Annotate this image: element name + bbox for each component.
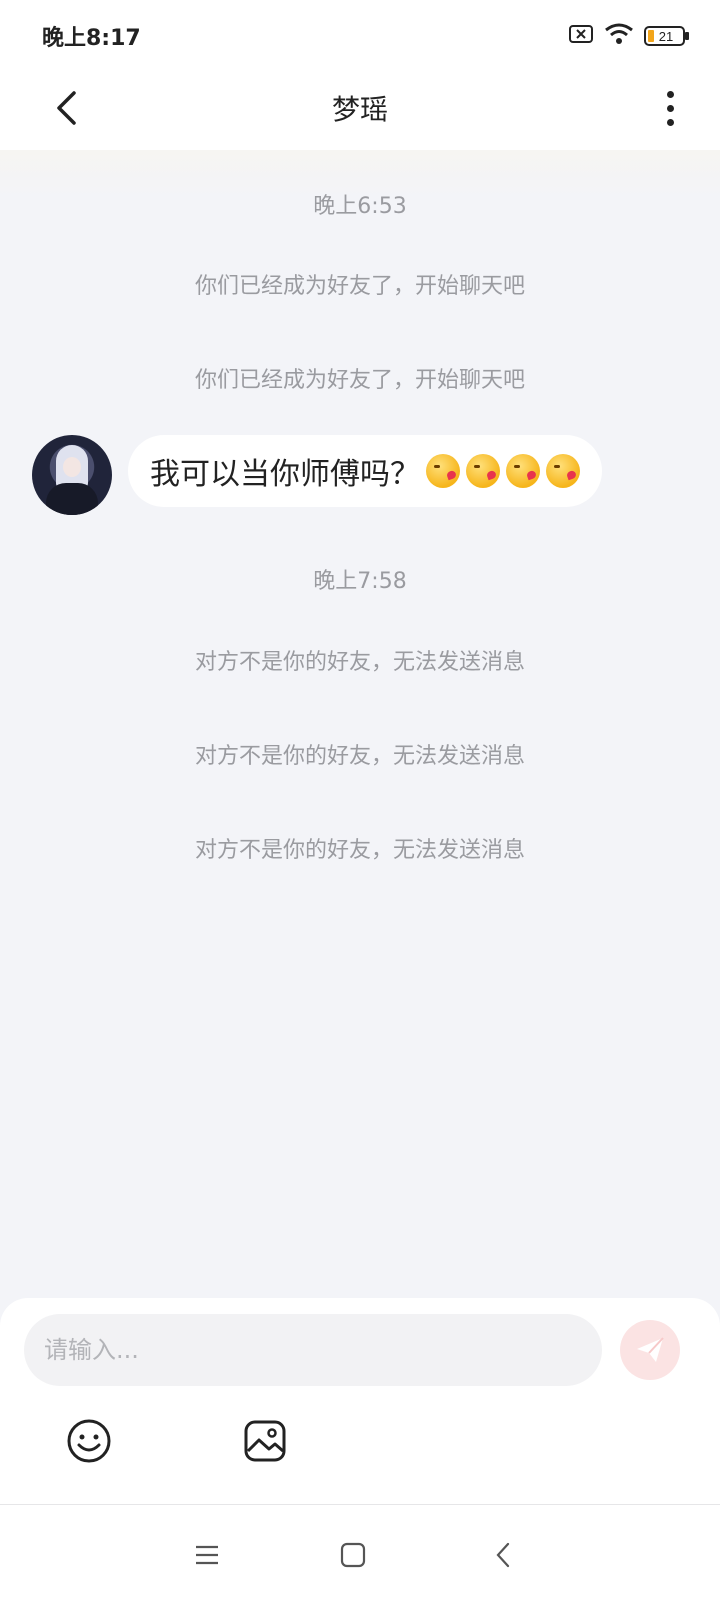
message-input[interactable] [42, 1335, 602, 1365]
battery-level: 21 [659, 29, 673, 44]
battery-icon: 21 [644, 25, 690, 47]
system-message: 对方不是你的好友，无法发送消息 [194, 650, 525, 675]
avatar-body [46, 483, 98, 515]
paper-plane-icon [637, 1337, 664, 1362]
status-time: 晚上8:17 [42, 26, 141, 51]
chat-title: 梦瑶 [331, 93, 388, 126]
message-input-box[interactable] [24, 1314, 602, 1386]
more-dot [666, 118, 674, 126]
system-message: 对方不是你的好友，无法发送消息 [194, 744, 525, 769]
send-button[interactable] [620, 1320, 680, 1380]
menu-icon [196, 1545, 218, 1565]
more-dot [666, 104, 674, 112]
system-back-button[interactable] [483, 1535, 523, 1575]
menu-button[interactable] [187, 1535, 227, 1575]
chat-header: 梦瑶 [0, 66, 720, 150]
back-triangle-icon [496, 1542, 510, 1568]
kissing-face-emoji [466, 454, 500, 488]
status-bar: 晚上8:17 21 [0, 0, 720, 66]
home-button[interactable] [333, 1535, 373, 1575]
more-vertical-icon [666, 90, 674, 98]
timestamp: 晚上7:58 [313, 569, 407, 594]
image-icon [244, 1420, 286, 1462]
kissing-face-emoji [546, 454, 580, 488]
emoji-group [426, 454, 580, 488]
system-message: 你们已经成为好友了，开始聊天吧 [194, 274, 525, 299]
system-message: 对方不是你的好友，无法发送消息 [194, 838, 525, 863]
wifi-icon [604, 22, 634, 50]
emoji-button[interactable] [64, 1416, 114, 1466]
sim-off-icon [568, 23, 594, 49]
status-icons: 21 [568, 22, 690, 50]
system-message: 你们已经成为好友了，开始聊天吧 [194, 368, 525, 393]
timestamp: 晚上6:53 [313, 194, 407, 219]
smiley-icon [67, 1419, 111, 1463]
message-list[interactable]: 晚上6:53 你们已经成为好友了，开始聊天吧 你们已经成为好友了，开始聊天吧 我… [0, 150, 720, 1298]
composer [0, 1298, 720, 1504]
avatar-face [63, 457, 81, 477]
message-bubble[interactable]: 我可以当你师傅吗？ [128, 435, 602, 507]
more-button[interactable] [658, 84, 682, 132]
system-navigation-bar [0, 1504, 720, 1601]
image-button[interactable] [240, 1416, 290, 1466]
kissing-face-emoji [506, 454, 540, 488]
avatar[interactable] [32, 435, 112, 515]
home-square-icon [340, 1542, 366, 1568]
message-text: 我可以当你师傅吗？ [150, 457, 420, 492]
kissing-face-emoji [426, 454, 460, 488]
